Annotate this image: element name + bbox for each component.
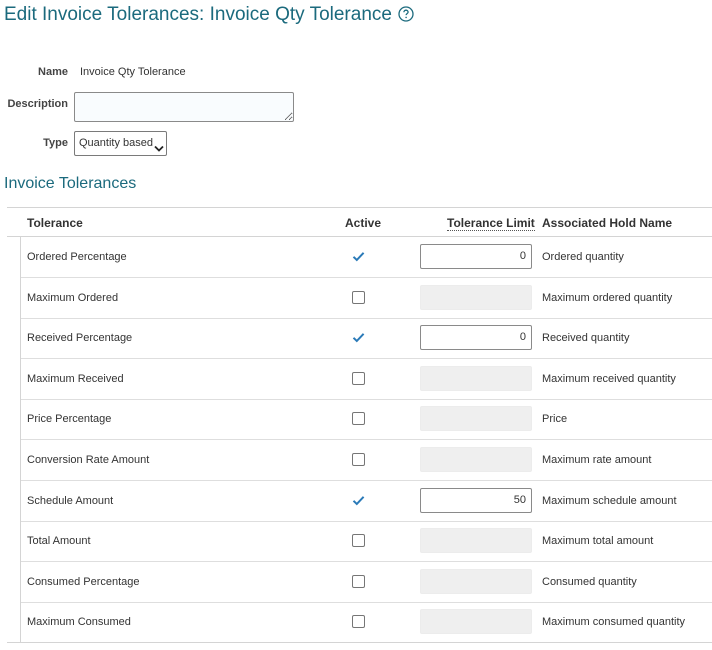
tolerance-limit-input bbox=[420, 609, 532, 635]
tolerance-limit-input bbox=[420, 528, 532, 554]
associated-hold-name: Maximum received quantity bbox=[542, 372, 676, 385]
table-row[interactable]: Maximum Consumed Maximum consumed quantit… bbox=[21, 602, 712, 644]
name-label: Name bbox=[38, 66, 68, 78]
associated-hold-name: Received quantity bbox=[542, 332, 630, 345]
name-value: Invoice Qty Tolerance bbox=[80, 66, 186, 78]
chevron-down-icon bbox=[154, 139, 164, 152]
page-title-text: Edit Invoice Tolerances: Invoice Qty Tol… bbox=[4, 4, 392, 25]
description-label: Description bbox=[7, 98, 68, 110]
associated-hold-name: Maximum schedule amount bbox=[542, 494, 677, 507]
tolerance-limit-input bbox=[420, 365, 532, 391]
associated-hold-name: Maximum ordered quantity bbox=[542, 291, 673, 304]
header-tolerance[interactable]: Tolerance bbox=[27, 216, 83, 230]
tolerance-limit-input bbox=[420, 568, 532, 594]
tolerance-name: Maximum Consumed bbox=[27, 616, 131, 629]
active-checkbox[interactable] bbox=[352, 534, 365, 548]
type-select-value: Quantity based bbox=[79, 137, 153, 149]
active-checkbox[interactable] bbox=[352, 574, 365, 588]
header-active[interactable]: Active bbox=[345, 216, 381, 230]
table-bottom-border bbox=[7, 642, 712, 643]
tolerance-limit-input bbox=[420, 406, 532, 432]
tolerance-limit-input bbox=[420, 447, 532, 472]
table-header-row: Tolerance Active Tolerance Limit Associa… bbox=[7, 208, 712, 237]
tolerance-name: Price Percentage bbox=[27, 413, 112, 426]
tolerance-limit-input[interactable]: 0 bbox=[420, 325, 532, 351]
tolerances-table: Tolerance Active Tolerance Limit Associa… bbox=[7, 207, 712, 644]
table-row[interactable]: Ordered Percentage 0 Ordered quantity bbox=[21, 237, 712, 278]
page-title: Edit Invoice Tolerances: Invoice Qty Tol… bbox=[4, 4, 414, 26]
table-row[interactable]: Maximum Received Maximum received quantit… bbox=[21, 359, 712, 400]
checkmark-icon bbox=[352, 333, 365, 343]
table-row[interactable]: Price Percentage Price bbox=[21, 399, 712, 441]
description-field[interactable] bbox=[74, 92, 294, 122]
associated-hold-name: Maximum rate amount bbox=[542, 454, 652, 466]
tolerance-limit-input[interactable]: 50 bbox=[420, 487, 532, 513]
active-checkbox[interactable] bbox=[352, 615, 365, 629]
header-tolerance-limit[interactable]: Tolerance Limit bbox=[447, 216, 535, 231]
tolerance-name: Total Amount bbox=[27, 535, 91, 548]
tolerance-name: Maximum Ordered bbox=[27, 291, 119, 304]
header-associated-hold-name[interactable]: Associated Hold Name bbox=[542, 216, 672, 230]
active-checkbox[interactable] bbox=[352, 371, 365, 385]
table-row[interactable]: Schedule Amount 50 Maximum schedule amount bbox=[21, 481, 712, 522]
table-row[interactable]: Total Amount Maximum total amount bbox=[21, 521, 712, 563]
active-checkbox[interactable] bbox=[352, 290, 365, 304]
active-checkbox[interactable] bbox=[352, 250, 365, 263]
active-checkbox[interactable] bbox=[352, 412, 365, 426]
checkmark-icon bbox=[352, 495, 365, 506]
tolerance-name: Conversion Rate Amount bbox=[27, 454, 150, 466]
associated-hold-name: Consumed quantity bbox=[542, 575, 637, 588]
tolerance-name: Schedule Amount bbox=[27, 494, 114, 507]
associated-hold-name: Maximum total amount bbox=[542, 535, 654, 548]
active-checkbox[interactable] bbox=[352, 494, 365, 507]
associated-hold-name: Price bbox=[542, 413, 568, 426]
type-select[interactable]: Quantity based bbox=[74, 131, 167, 156]
tolerance-name: Maximum Received bbox=[27, 372, 124, 385]
tolerance-name: Received Percentage bbox=[27, 332, 133, 345]
tolerance-name: Ordered Percentage bbox=[27, 251, 127, 263]
table-row[interactable]: Received Percentage 0 Received quantity bbox=[21, 318, 712, 360]
active-checkbox[interactable] bbox=[352, 453, 365, 466]
table-row[interactable]: Conversion Rate Amount Maximum rate amoun… bbox=[21, 440, 712, 481]
tolerance-name: Consumed Percentage bbox=[27, 575, 140, 588]
active-checkbox[interactable] bbox=[352, 331, 365, 344]
tolerance-limit-input[interactable]: 0 bbox=[420, 244, 532, 269]
checkmark-icon bbox=[352, 252, 365, 262]
type-label: Type bbox=[43, 137, 68, 149]
table-row[interactable]: Maximum Ordered Maximum ordered quantity bbox=[21, 278, 712, 319]
associated-hold-name: Maximum consumed quantity bbox=[542, 616, 686, 629]
associated-hold-name: Ordered quantity bbox=[542, 251, 624, 263]
table-row[interactable]: Consumed Percentage Consumed quantity bbox=[21, 562, 712, 603]
section-title: Invoice Tolerances bbox=[4, 175, 137, 192]
tolerance-limit-input bbox=[420, 284, 532, 310]
help-icon[interactable] bbox=[398, 6, 414, 22]
